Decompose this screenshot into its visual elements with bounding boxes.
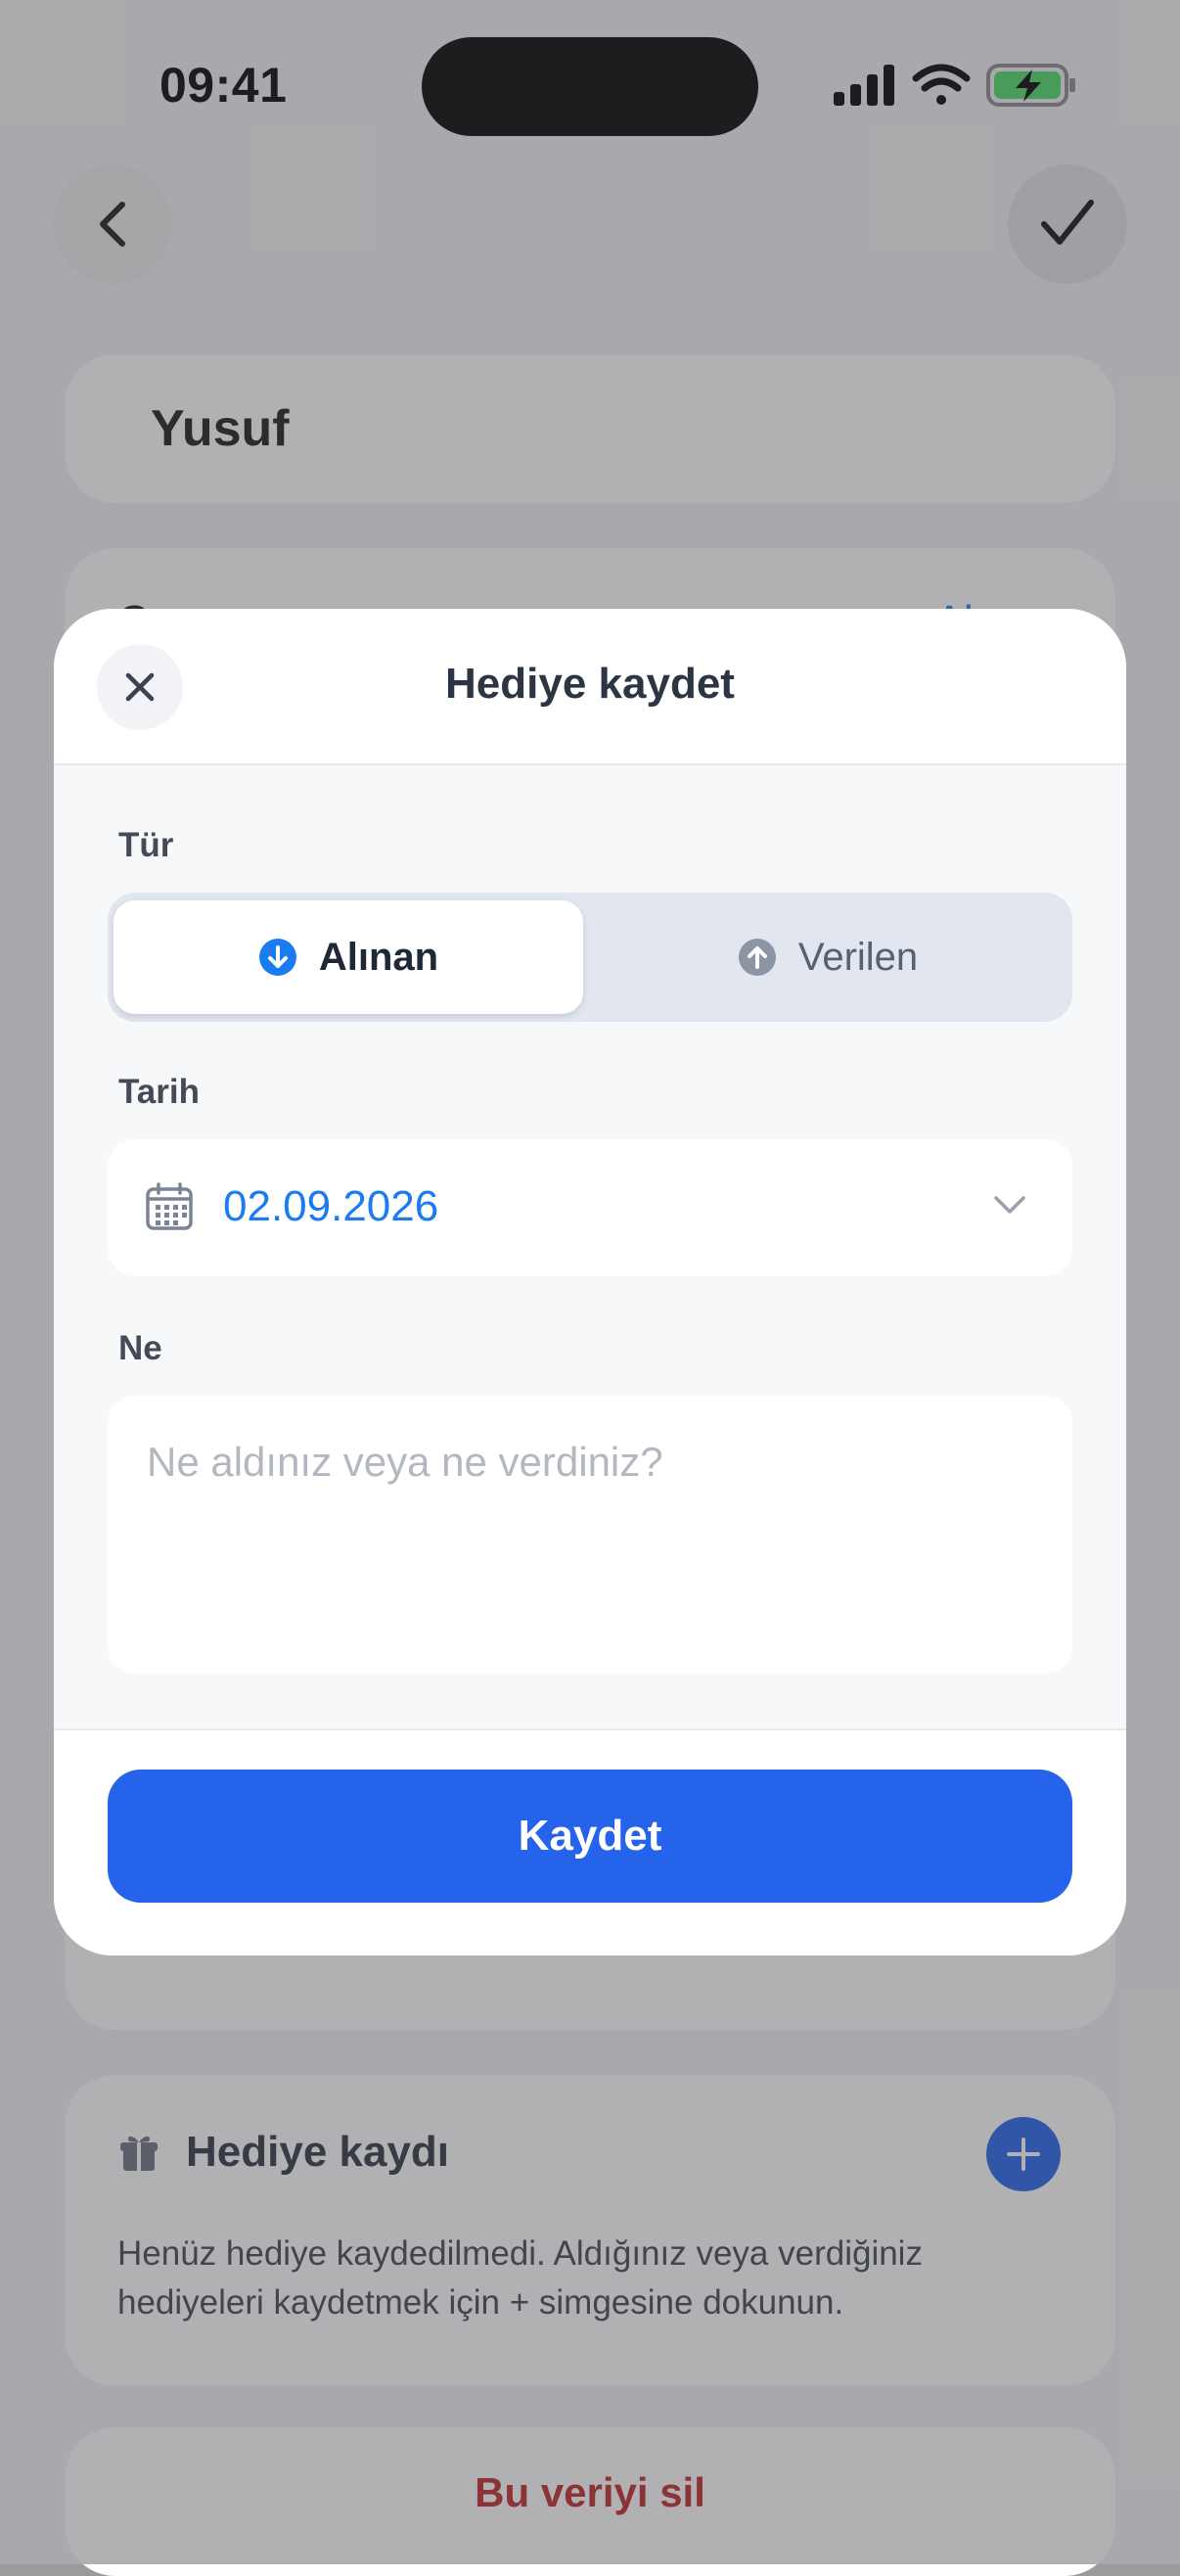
save-button-label: Kaydet (518, 1812, 662, 1860)
calendar-icon (146, 1182, 193, 1230)
what-textarea[interactable]: Ne aldınız veya ne verdiniz? (108, 1396, 1072, 1674)
type-option-given-label: Verilen (797, 935, 919, 979)
arrow-up-circle-icon (738, 939, 776, 976)
gift-modal: Hediye kaydet Tür Alınan Verilen Tarih 0… (54, 609, 1126, 1955)
type-option-received[interactable]: Alınan (113, 900, 583, 1014)
save-button[interactable]: Kaydet (108, 1770, 1072, 1903)
type-option-received-label: Alınan (318, 935, 439, 979)
modal-title: Hediye kaydet (445, 660, 735, 708)
date-label: Tarih (118, 1073, 200, 1111)
type-option-given[interactable]: Verilen (589, 900, 1067, 1014)
modal-footer: Kaydet (54, 1728, 1126, 1955)
chevron-down-icon (994, 1196, 1025, 1214)
modal-header: Hediye kaydet (54, 609, 1126, 765)
what-placeholder: Ne aldınız veya ne verdiniz? (147, 1439, 663, 1485)
date-value: 02.09.2026 (223, 1182, 439, 1230)
date-picker[interactable]: 02.09.2026 (108, 1139, 1072, 1276)
type-segmented-control: Alınan Verilen (108, 893, 1072, 1022)
what-label: Ne (118, 1329, 162, 1367)
modal-body: Tür Alınan Verilen Tarih 02.09.2026 Ne N… (54, 765, 1126, 1728)
type-label: Tür (118, 826, 174, 864)
arrow-down-circle-icon (258, 939, 296, 976)
